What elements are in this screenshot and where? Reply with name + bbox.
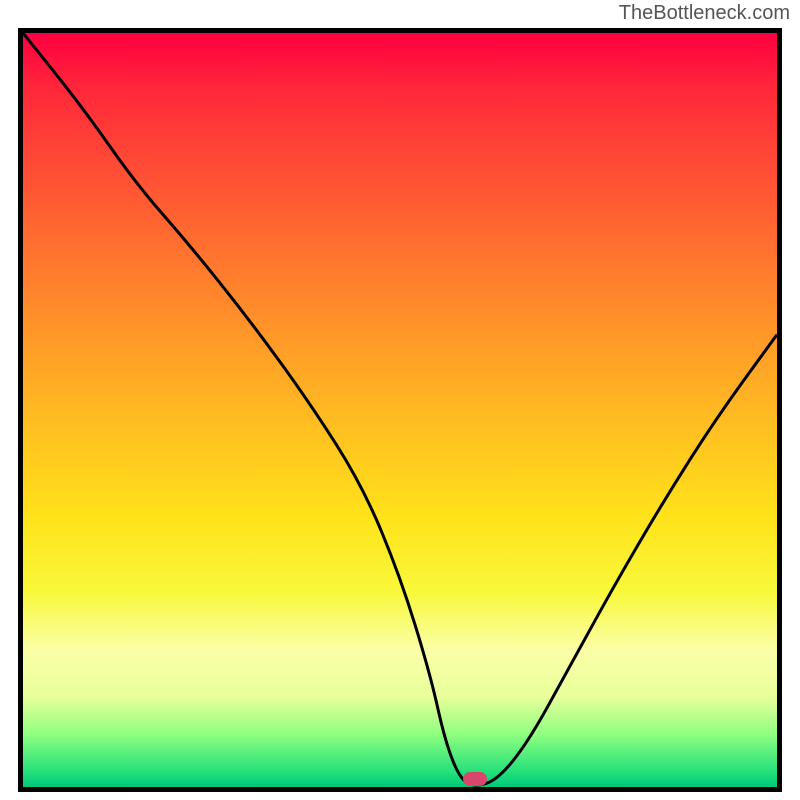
curve-path (23, 33, 777, 785)
chart-curve (23, 33, 777, 787)
watermark-text: TheBottleneck.com (619, 2, 790, 25)
bottleneck-marker (463, 772, 487, 786)
plot-area (18, 28, 782, 792)
